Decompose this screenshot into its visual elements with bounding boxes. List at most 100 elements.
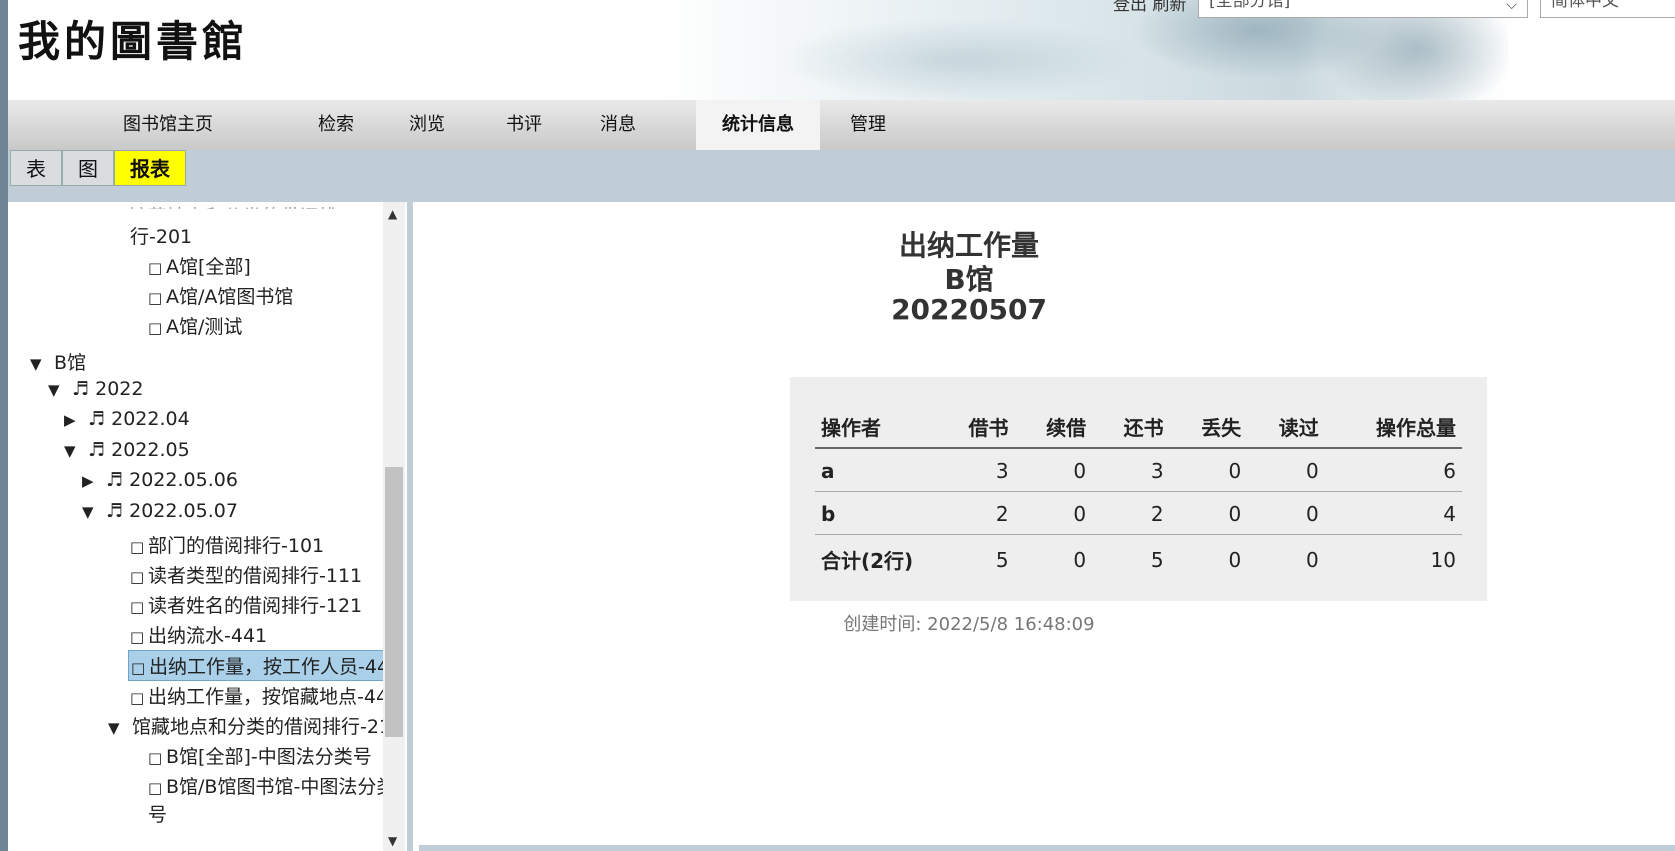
expand-toggle-icon[interactable]: ▶ — [82, 472, 100, 490]
tree-leaf-icon: □ — [130, 689, 145, 707]
cell-value: 6 — [1324, 448, 1462, 492]
site-logo[interactable]: 我的圖書館 — [18, 8, 248, 69]
logout-refresh-link[interactable]: 登出 刷新 — [1113, 0, 1186, 15]
cell-operator: b — [815, 491, 937, 535]
tree-item-report[interactable]: □ 出纳流水-441 — [130, 621, 267, 648]
column-header-total: 操作总量 — [1324, 404, 1462, 449]
nav-statistics[interactable]: 统计信息 — [696, 100, 820, 150]
language-select[interactable]: 简体中文 — [1540, 0, 1675, 18]
tree-item[interactable]: □ A馆[全部] — [148, 252, 251, 279]
report-tree: ▼ 馆藏地点和分类的借阅排 行-201 □ A馆[全部] □ A馆/A馆图书馆 □ A… — [8, 202, 413, 851]
tree-item-report[interactable]: □ 读者类型的借阅排行-111 — [130, 561, 362, 588]
tree-item-branch-b[interactable]: ▼ B馆 — [30, 348, 86, 375]
tree-item-month[interactable]: ▶ ♬ 2022.04 — [64, 408, 190, 430]
column-header-operator: 操作者 — [815, 404, 937, 449]
column-header-renew: 续借 — [1014, 404, 1093, 449]
statistics-toolbar: 表 图 报表 — [8, 150, 1675, 202]
tree-item-report[interactable]: □ 部门的借阅排行-101 — [130, 531, 324, 558]
table-header-row: 操作者 借书 续借 还书 丢失 读过 操作总量 — [815, 404, 1462, 449]
cell-value: 5 — [1150, 547, 1164, 572]
cell-value: 0 — [1247, 491, 1325, 535]
tree-leaf-icon: □ — [148, 289, 163, 307]
column-header-lost: 丢失 — [1169, 404, 1248, 449]
cell-value: 0 — [1228, 547, 1242, 572]
tree-item-month[interactable]: ▼ ♬ 2022.05 — [64, 439, 190, 461]
cell-total-label: 合计(2行) — [821, 549, 914, 573]
tree-item-year[interactable]: ▼ ♬ 2022 — [48, 378, 143, 400]
expand-toggle-icon[interactable]: ▼ — [64, 442, 82, 460]
tab-report[interactable]: 报表 — [114, 150, 186, 186]
column-header-return: 还书 — [1092, 404, 1170, 449]
tree-leaf-icon: □ — [130, 598, 145, 616]
cell-value: 0 — [1306, 547, 1319, 572]
cell-value: 3 — [937, 448, 1015, 492]
tree-item-report[interactable]: □ 出纳工作量，按馆藏地点-443 — [130, 682, 400, 709]
nav-reviews[interactable]: 书评 — [486, 100, 562, 150]
tree-item-day[interactable]: ▶ ♬ 2022.05.06 — [82, 469, 238, 491]
tree-item[interactable]: 行-201 — [130, 222, 192, 249]
branch-select-value: [全部分馆] — [1209, 0, 1291, 11]
expand-toggle-icon[interactable]: ▼ — [48, 381, 66, 399]
report-table-container: 操作者 借书 续借 还书 丢失 读过 操作总量 a 3 0 3 0 0 6 b … — [790, 377, 1487, 601]
cell-value: 0 — [1169, 491, 1248, 535]
cell-value: 10 — [1430, 547, 1456, 572]
column-header-borrow: 借书 — [937, 404, 1015, 449]
cell-value: 0 — [1169, 448, 1248, 492]
table-row: a 3 0 3 0 0 6 — [815, 448, 1462, 492]
nav-admin[interactable]: 管理 — [830, 100, 906, 150]
main-nav: 图书馆主页 检索 浏览 书评 消息 统计信息 管理 — [8, 100, 1675, 150]
scroll-down-icon[interactable]: ▼ — [388, 834, 397, 848]
table-row: b 2 0 2 0 0 4 — [815, 491, 1462, 535]
cell-value: 4 — [1324, 491, 1462, 535]
tab-chart[interactable]: 图 — [62, 150, 114, 186]
bottom-frame — [419, 845, 1675, 851]
tree-item-report[interactable]: □ B馆/B馆图书馆-中图法分类 — [148, 772, 395, 799]
report-library: B馆 — [944, 263, 994, 296]
tree-item-report-selected[interactable]: □ 出纳工作量，按工作人员-442 — [128, 650, 405, 681]
expand-toggle-icon[interactable]: ▼ — [108, 719, 126, 737]
cell-value: 0 — [1073, 547, 1087, 572]
report-date: 20220507 — [891, 293, 1047, 326]
tree-item[interactable]: □ A馆/测试 — [148, 312, 242, 339]
nav-home[interactable]: 图书馆主页 — [98, 100, 238, 150]
chevron-down-icon: ⌵ — [1506, 0, 1517, 13]
branch-select[interactable]: [全部分馆] ⌵ — [1198, 0, 1528, 18]
tree-leaf-icon: □ — [130, 538, 145, 556]
column-header-read: 读过 — [1247, 404, 1325, 449]
scroll-up-icon[interactable]: ▲ — [388, 207, 397, 221]
cell-value: 0 — [1014, 448, 1093, 492]
tree-leaf-icon: □ — [130, 628, 145, 646]
site-header: 我的圖書館 登出 刷新 [全部分馆] ⌵ 简体中文 — [8, 0, 1675, 100]
tree-item-group[interactable]: ▼ 馆藏地点和分类的借阅排行-212 — [108, 712, 403, 739]
expand-toggle-icon[interactable]: ▼ — [82, 503, 100, 521]
tree-item-wrap[interactable]: 号 — [148, 800, 167, 827]
tree-leaf-icon: □ — [148, 319, 163, 337]
tree-leaf-icon: □ — [130, 568, 145, 586]
tree-scrollbar[interactable]: ▲ ▼ — [383, 202, 405, 851]
tree-leaf-icon: □ — [148, 749, 163, 767]
nav-messages[interactable]: 消息 — [580, 100, 656, 150]
report-table: 操作者 借书 续借 还书 丢失 读过 操作总量 a 3 0 3 0 0 6 b … — [815, 404, 1462, 582]
tree-item[interactable]: □ A馆/A馆图书馆 — [148, 282, 293, 309]
report-view: 出纳工作量 B馆 20220507 操作者 借书 续借 还书 丢失 读过 操作总… — [419, 202, 1675, 851]
cell-value: 2 — [1092, 491, 1170, 535]
cell-operator: a — [815, 448, 937, 492]
cell-value: 5 — [995, 547, 1009, 572]
cell-value: 0 — [1014, 491, 1093, 535]
cell-value: 0 — [1247, 448, 1325, 492]
tree-item-day[interactable]: ▼ ♬ 2022.05.07 — [82, 500, 238, 522]
scroll-thumb[interactable] — [385, 467, 403, 737]
nav-search[interactable]: 检索 — [298, 100, 374, 150]
tree-item-report[interactable]: □ 读者姓名的借阅排行-121 — [130, 591, 362, 618]
tree-item-report[interactable]: □ B馆[全部]-中图法分类号 — [148, 742, 372, 769]
cell-value: 3 — [1092, 448, 1170, 492]
report-created-time: 创建时间: 2022/5/8 16:48:09 — [843, 614, 1095, 635]
nav-browse[interactable]: 浏览 — [389, 100, 465, 150]
tab-table[interactable]: 表 — [10, 150, 62, 186]
tree-leaf-icon: □ — [131, 659, 146, 677]
tree-leaf-icon: □ — [148, 259, 163, 277]
language-select-value: 简体中文 — [1551, 0, 1619, 11]
expand-toggle-icon[interactable]: ▶ — [64, 411, 82, 429]
expand-toggle-icon[interactable]: ▼ — [30, 355, 48, 373]
cell-value: 2 — [937, 491, 1015, 535]
